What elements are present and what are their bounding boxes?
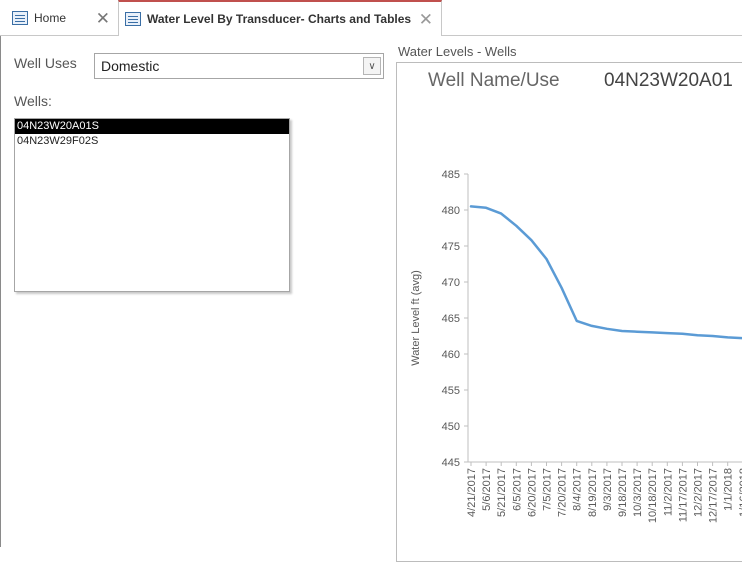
data-point [591, 325, 593, 327]
data-point [545, 258, 548, 260]
x-tick-label: 7/20/2017 [557, 468, 569, 517]
data-point [500, 212, 503, 215]
data-point [560, 287, 563, 289]
data-point [681, 333, 684, 335]
x-tick-label: 9/18/2017 [617, 468, 629, 517]
data-point [696, 334, 699, 337]
data-point [621, 330, 623, 332]
y-tick-label: 480 [442, 205, 460, 217]
data-point [485, 207, 487, 209]
x-tick-label: 8/4/2017 [572, 468, 584, 511]
water-level-chart: 445 450 455 460 465 470 475 480 485 Water Level f… [410, 169, 742, 523]
x-tick-label: 6/20/2017 [526, 468, 538, 517]
data-point [651, 331, 653, 334]
y-tick-label: 450 [442, 421, 460, 433]
y-tick-label: 465 [442, 313, 460, 325]
x-tick-label: 6/5/2017 [511, 468, 523, 511]
x-tick-label: 11/17/2017 [677, 468, 689, 522]
series-line [469, 205, 742, 340]
x-tick-label: 11/2/2017 [662, 468, 674, 516]
x-tick-label: 1/1/2018 [723, 468, 735, 511]
data-point [606, 328, 608, 330]
x-tick-label: 10/18/2017 [647, 468, 659, 523]
y-tick-label: 470 [442, 277, 460, 289]
data-point [515, 225, 518, 227]
x-tick-label: 5/6/2017 [481, 468, 493, 511]
data-point [636, 330, 638, 333]
y-tick-label: 485 [442, 169, 460, 181]
y-tick-label: 455 [442, 385, 460, 397]
x-tick-label: 5/21/2017 [496, 468, 508, 517]
y-tick-label: 460 [442, 349, 460, 361]
x-tick-label: 10/3/2017 [632, 468, 644, 517]
data-point [726, 336, 729, 339]
y-axis-label: Water Level ft (avg) [410, 270, 422, 366]
x-tick-label: 12/17/2017 [708, 468, 720, 523]
x-tick-label: 9/3/2017 [602, 468, 614, 511]
data-point [530, 239, 533, 241]
x-tick-label: 8/19/2017 [587, 468, 599, 517]
x-tick-label: 12/2/2017 [693, 468, 705, 517]
data-point [711, 335, 714, 337]
data-point [666, 332, 669, 334]
x-tick-label: 1/16/2018 [738, 468, 742, 517]
y-tick-label: 445 [442, 457, 460, 469]
x-tick-label: 4/21/2017 [466, 468, 478, 517]
y-tick-label: 475 [442, 241, 460, 253]
data-point [470, 205, 472, 208]
x-tick-label: 7/5/2017 [542, 468, 554, 511]
data-point [575, 320, 578, 322]
